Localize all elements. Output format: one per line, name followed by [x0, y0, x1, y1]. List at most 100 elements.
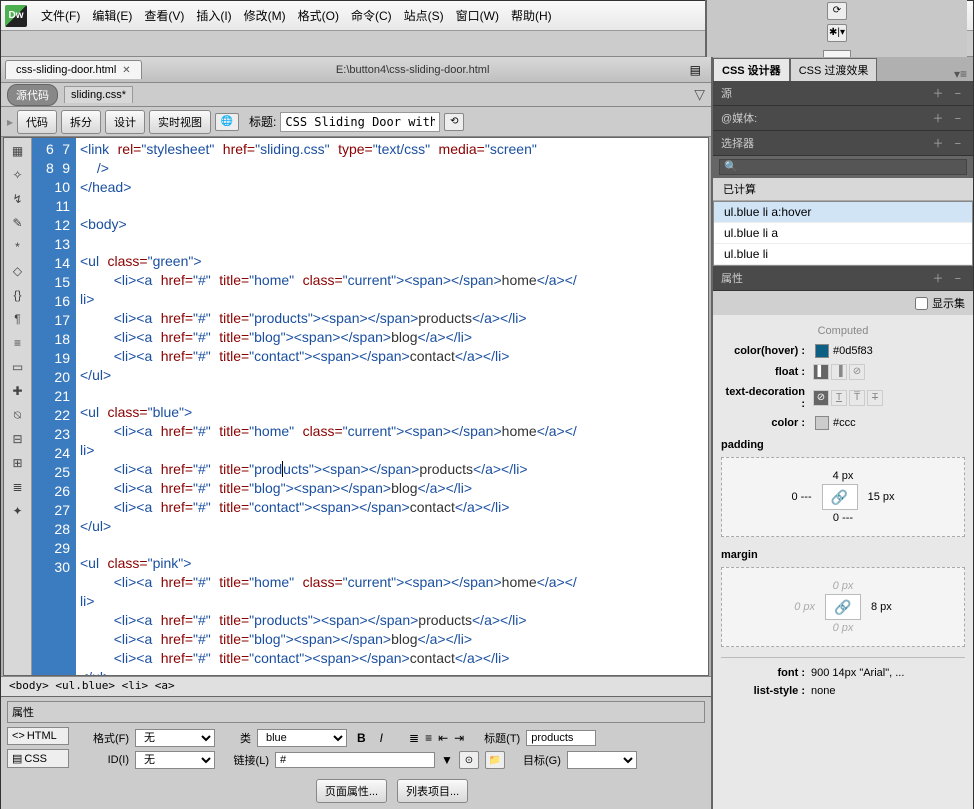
color-swatch[interactable] — [815, 416, 829, 430]
target-select[interactable] — [567, 751, 637, 769]
tool-icon[interactable]: ✦ — [9, 502, 27, 520]
tool-icon[interactable]: ◇ — [9, 262, 27, 280]
padding-right[interactable]: 15 px — [868, 491, 895, 503]
tag-breadcrumb[interactable]: <body> <ul.blue> <li> <a> — [1, 676, 711, 696]
close-tab-icon[interactable]: ✕ — [122, 65, 130, 76]
panel-menu-icon[interactable]: ▾≡ — [948, 67, 973, 81]
html-mode-button[interactable]: <> HTML — [7, 727, 69, 745]
tool-icon[interactable]: ⍉ — [9, 406, 27, 424]
title-attr-input[interactable] — [526, 730, 596, 746]
float-right-icon[interactable]: ▐ — [831, 364, 847, 380]
selector-search-input[interactable] — [719, 159, 967, 175]
show-set-checkbox[interactable] — [915, 297, 928, 310]
selector-item[interactable]: ul.blue li a:hover — [714, 202, 972, 223]
settings-icon[interactable]: ✱|▾ — [827, 24, 847, 42]
menu-window[interactable]: 窗口(W) — [450, 3, 505, 28]
menu-format[interactable]: 格式(O) — [292, 3, 345, 28]
selector-item[interactable]: ul.blue li a — [714, 223, 972, 244]
padding-left[interactable]: 0 --- — [791, 491, 811, 503]
menu-help[interactable]: 帮助(H) — [505, 3, 558, 28]
sources-row[interactable]: 源＋ − — [713, 81, 973, 106]
code-content[interactable]: <link rel="stylesheet" href="sliding.css… — [76, 138, 708, 675]
browse-folder-icon[interactable]: 📁 — [485, 751, 505, 769]
menu-edit[interactable]: 编辑(E) — [86, 3, 138, 28]
code-editor[interactable]: ▦ ✧ ↯ ✎ * ◇ {} ¶ ≡ ▭ ✚ ⍉ ⊟ ⊞ ≣ ✦ 6 7 8 9… — [3, 137, 709, 676]
tool-icon[interactable]: ⊞ — [9, 454, 27, 472]
padding-top[interactable]: 4 px — [744, 468, 942, 484]
refresh-title-icon[interactable]: ⟲ — [444, 113, 464, 131]
media-row[interactable]: @媒体:＋ − — [713, 106, 973, 131]
tool-icon[interactable]: ⊟ — [9, 430, 27, 448]
page-properties-button[interactable]: 页面属性... — [316, 779, 387, 803]
css-mode-button[interactable]: ▤ CSS — [7, 749, 69, 768]
menu-view[interactable]: 查看(V) — [138, 3, 190, 28]
design-view-button[interactable]: 设计 — [105, 110, 145, 134]
split-view-button[interactable]: 拆分 — [61, 110, 101, 134]
link-icon[interactable]: 🔗 — [834, 599, 851, 616]
tool-icon[interactable]: ✎ — [9, 214, 27, 232]
globe-icon[interactable]: 🌐 — [215, 113, 239, 131]
italic-button[interactable]: I — [376, 731, 387, 745]
css-designer-tab[interactable]: CSS 设计器 — [713, 58, 790, 81]
prop-value[interactable]: #ccc — [833, 417, 856, 429]
tool-icon[interactable]: ✚ — [9, 382, 27, 400]
tool-icon[interactable]: ✧ — [9, 166, 27, 184]
margin-bottom[interactable]: 0 px — [744, 620, 942, 636]
class-select[interactable]: blue — [257, 729, 347, 747]
textdec-underline-icon[interactable]: T — [831, 390, 847, 406]
source-code-pill[interactable]: 源代码 — [7, 84, 58, 106]
tool-icon[interactable]: {} — [9, 286, 27, 304]
tool-icon[interactable]: * — [9, 238, 27, 256]
prop-value[interactable]: 900 14px "Arial", ... — [811, 667, 904, 679]
prop-value[interactable]: none — [811, 685, 835, 697]
menu-file[interactable]: 文件(F) — [35, 3, 86, 28]
menu-modify[interactable]: 修改(M) — [238, 3, 292, 28]
id-select[interactable]: 无 — [135, 751, 215, 769]
tool-icon[interactable]: ▦ — [9, 142, 27, 160]
file-tab[interactable]: css-sliding-door.html ✕ — [5, 60, 142, 79]
prop-key: color — [721, 417, 811, 429]
selector-item[interactable]: ul.blue li — [714, 244, 972, 265]
menu-insert[interactable]: 插入(I) — [190, 3, 237, 28]
tool-icon[interactable]: ≣ — [9, 478, 27, 496]
indent-button[interactable]: ⇥ — [454, 731, 464, 745]
textdec-none-icon[interactable]: ⊘ — [813, 390, 829, 406]
textdec-overline-icon[interactable]: T̅ — [849, 390, 865, 406]
margin-box[interactable]: 0 px 0 px 🔗 8 px 0 px — [721, 567, 965, 647]
bold-button[interactable]: B — [353, 731, 370, 745]
tab-overflow-icon[interactable]: ▤ — [684, 63, 707, 77]
css-transitions-tab[interactable]: CSS 过渡效果 — [790, 58, 878, 81]
tool-icon[interactable]: ≡ — [9, 334, 27, 352]
list-ol-button[interactable]: ≡ — [425, 731, 432, 745]
color-swatch[interactable] — [815, 344, 829, 358]
menu-commands[interactable]: 命令(C) — [345, 3, 398, 28]
live-view-button[interactable]: 实时视图 — [149, 110, 211, 134]
point-to-file-icon[interactable]: ⊙ — [459, 751, 479, 769]
margin-right[interactable]: 8 px — [871, 601, 892, 613]
list-ul-button[interactable]: ≣ — [409, 731, 419, 745]
code-view-button[interactable]: 代码 — [17, 110, 57, 134]
selectors-row[interactable]: 选择器＋ − — [713, 131, 973, 156]
related-file-tab[interactable]: sliding.css* — [64, 86, 133, 103]
tool-icon[interactable]: ¶ — [9, 310, 27, 328]
float-none-icon[interactable]: ⊘ — [849, 364, 865, 380]
list-item-button[interactable]: 列表项目... — [397, 779, 468, 803]
float-left-icon[interactable]: ▌ — [813, 364, 829, 380]
margin-left[interactable]: 0 px — [794, 601, 815, 613]
margin-top[interactable]: 0 px — [744, 578, 942, 594]
prop-value[interactable]: #0d5f83 — [833, 345, 873, 357]
outdent-button[interactable]: ⇤ — [438, 731, 448, 745]
sync-icon[interactable]: ⟳ — [827, 2, 847, 20]
filter-icon[interactable]: ▽ — [694, 86, 705, 103]
tool-icon[interactable]: ▭ — [9, 358, 27, 376]
padding-box[interactable]: 4 px 0 --- 🔗 15 px 0 --- — [721, 457, 965, 537]
prop-key: list-style — [721, 685, 811, 697]
document-title-input[interactable] — [280, 112, 440, 132]
tool-icon[interactable]: ↯ — [9, 190, 27, 208]
link-input[interactable] — [275, 752, 435, 768]
link-icon[interactable]: 🔗 — [831, 489, 848, 506]
menu-site[interactable]: 站点(S) — [398, 3, 450, 28]
textdec-strike-icon[interactable]: T — [867, 390, 883, 406]
format-select[interactable]: 无 — [135, 729, 215, 747]
padding-bottom[interactable]: 0 --- — [744, 510, 942, 526]
